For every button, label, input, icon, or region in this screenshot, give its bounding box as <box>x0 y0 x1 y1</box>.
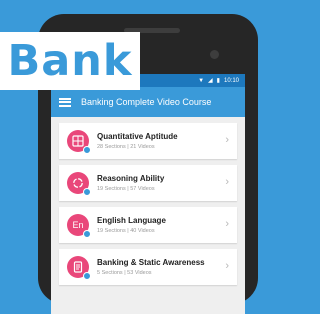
item-title: Reasoning Ability <box>97 174 165 183</box>
cycle-icon <box>67 172 91 196</box>
wifi-icon: ▼ <box>198 77 205 84</box>
item-subtitle: 19 Sections | 57 Videos <box>97 186 155 192</box>
chevron-right-icon: › <box>225 176 229 188</box>
calculator-icon <box>67 130 91 154</box>
list-item[interactable]: Quantitative Aptitude 28 Sections | 21 V… <box>59 123 237 159</box>
english-icon: En <box>67 214 91 238</box>
app-title: Banking Complete Video Course <box>81 97 212 107</box>
english-icon-label: En <box>72 220 84 230</box>
menu-icon[interactable] <box>59 97 71 107</box>
chevron-right-icon: › <box>225 260 229 272</box>
item-title: English Language <box>97 216 166 225</box>
chevron-right-icon: › <box>225 218 229 230</box>
play-badge-icon <box>83 230 91 238</box>
battery-icon: ▮ <box>216 77 220 84</box>
phone-screen: ▼ ◢ ▮ 10:10 Banking Complete Video Cours… <box>51 74 245 314</box>
item-title: Banking & Static Awareness <box>97 258 205 267</box>
list-item[interactable]: En English Language 19 Sections | 40 Vid… <box>59 207 237 243</box>
document-icon <box>67 256 91 280</box>
item-subtitle: 5 Sections | 53 Videos <box>97 270 152 276</box>
app-bar: Banking Complete Video Course <box>51 87 245 117</box>
list-item[interactable]: Reasoning Ability 19 Sections | 57 Video… <box>59 165 237 201</box>
bank-banner: Bank <box>0 32 140 90</box>
play-badge-icon <box>83 188 91 196</box>
course-list: Quantitative Aptitude 28 Sections | 21 V… <box>51 117 245 285</box>
item-subtitle: 19 Sections | 40 Videos <box>97 228 155 234</box>
play-badge-icon <box>83 146 91 154</box>
phone-camera <box>210 50 219 59</box>
signal-icon: ◢ <box>208 77 213 84</box>
play-badge-icon <box>83 272 91 280</box>
chevron-right-icon: › <box>225 134 229 146</box>
item-title: Quantitative Aptitude <box>97 132 178 141</box>
item-subtitle: 28 Sections | 21 Videos <box>97 144 155 150</box>
status-time: 10:10 <box>223 77 239 84</box>
